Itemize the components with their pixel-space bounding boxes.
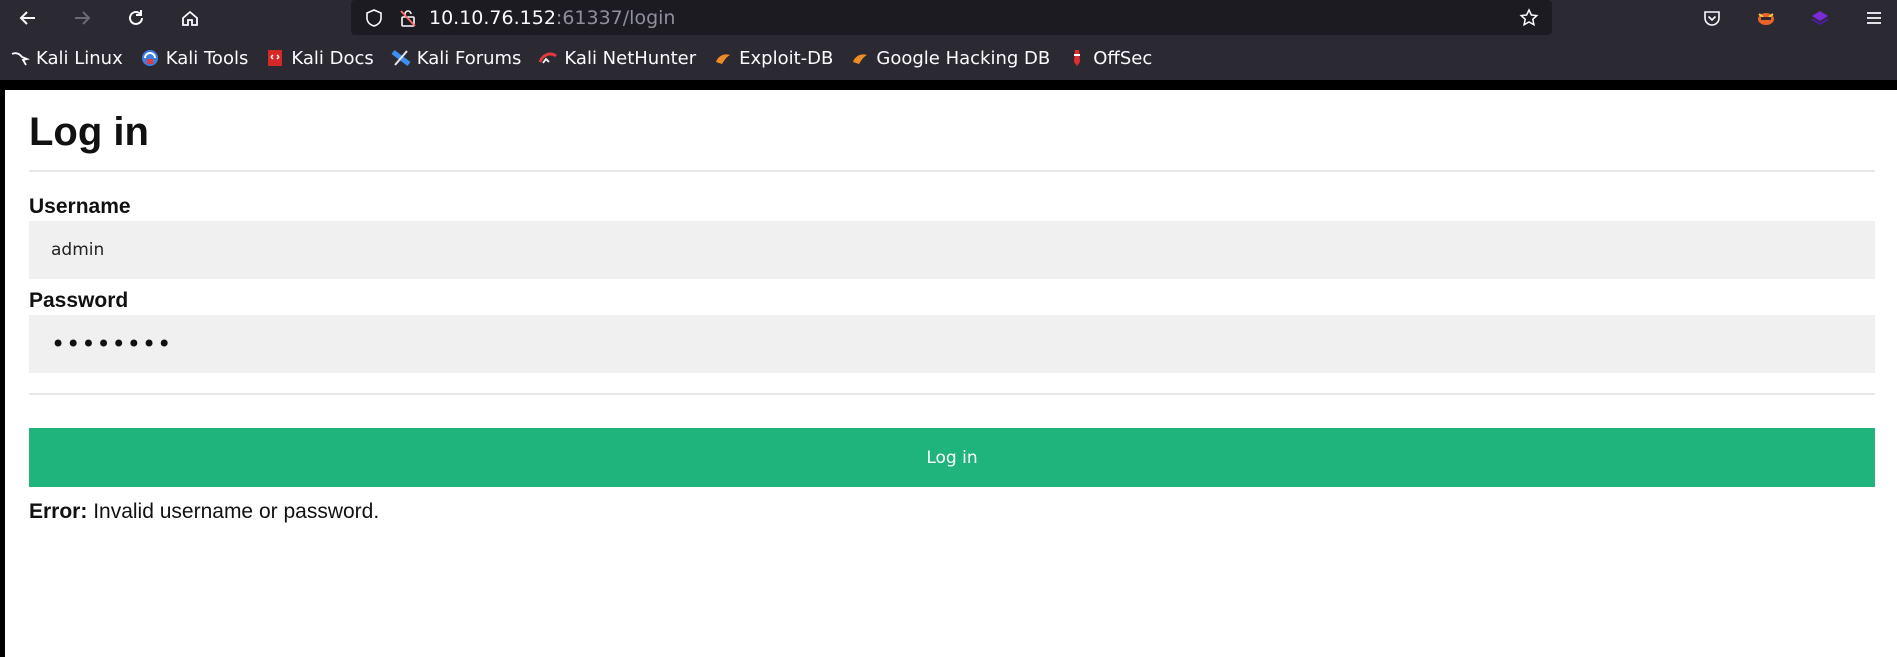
url-path: :61337/login [555, 6, 676, 29]
exploit-db-icon [713, 48, 733, 68]
kali-tools-icon [140, 48, 160, 68]
password-value: •••••••• [51, 330, 173, 358]
kali-docs-icon [265, 48, 285, 68]
pocket-icon[interactable] [1698, 4, 1726, 32]
forward-button[interactable] [67, 3, 97, 33]
bookmark-exploit-db[interactable]: Exploit-DB [713, 48, 833, 69]
arrow-right-icon [75, 11, 91, 25]
bookmark-label: Kali NetHunter [564, 47, 697, 69]
arrow-left-icon [19, 11, 35, 25]
password-label: Password [29, 289, 129, 312]
url-text[interactable]: 10.10.76.152:61337/login [429, 7, 675, 29]
bookmark-star-icon[interactable] [1516, 5, 1542, 31]
insecure-lock-icon[interactable] [395, 5, 421, 31]
bookmark-label: Exploit-DB [739, 47, 834, 69]
login-button[interactable]: Log in [29, 428, 1875, 487]
page-viewport: Log in Username admin Password •••••••• … [5, 90, 1897, 657]
viewport-border-top [0, 80, 1897, 90]
browser-chrome: 10.10.76.152:61337/login Kali Linux Kali… [0, 0, 1897, 80]
kali-dragon-icon [10, 48, 30, 68]
bookmark-kali-tools[interactable]: Kali Tools [140, 47, 249, 69]
bookmark-kali-linux[interactable]: Kali Linux [10, 48, 123, 69]
error-message: Error: Invalid username or password. [29, 500, 379, 524]
bookmark-label: Kali Linux [36, 47, 123, 69]
url-host: 10.10.76.152 [429, 6, 556, 29]
password-field[interactable]: •••••••• [29, 315, 1875, 373]
error-text: Invalid username or password. [87, 500, 380, 523]
extension-foxyproxy-icon[interactable] [1752, 4, 1780, 32]
divider [29, 170, 1875, 172]
url-bar[interactable]: 10.10.76.152:61337/login [351, 0, 1552, 35]
bookmark-kali-nethunter[interactable]: Kali NetHunter [538, 48, 696, 69]
menu-hamburger-icon[interactable] [1860, 4, 1888, 32]
home-icon [182, 10, 198, 26]
back-button[interactable] [13, 3, 43, 33]
bookmark-label: Kali Docs [291, 47, 374, 69]
bookmarks-toolbar: Kali Linux Kali Tools Kali Docs Kali For… [0, 36, 1897, 80]
reload-button[interactable] [121, 3, 151, 33]
extension-wappalyzer-icon[interactable] [1806, 4, 1834, 32]
bookmark-label: Kali Tools [165, 47, 249, 69]
offsec-icon [1067, 48, 1087, 68]
bookmark-google-hacking-db[interactable]: Google Hacking DB [850, 48, 1050, 69]
bookmark-label: Google Hacking DB [876, 47, 1051, 69]
home-button[interactable] [175, 3, 205, 33]
bookmark-kali-docs[interactable]: Kali Docs [265, 47, 374, 69]
reload-icon [129, 10, 143, 25]
divider [29, 393, 1875, 395]
bookmark-label: OffSec [1093, 47, 1153, 69]
username-label: Username [29, 195, 131, 218]
error-prefix: Error: [29, 500, 88, 523]
page-title: Log in [29, 110, 149, 154]
ghdb-icon [850, 48, 870, 68]
bookmark-offsec[interactable]: OffSec [1067, 48, 1152, 69]
nethunter-icon [538, 48, 558, 68]
bookmark-kali-forums[interactable]: Kali Forums [391, 47, 522, 69]
kali-forums-icon [391, 48, 411, 68]
tracking-shield-icon[interactable] [361, 5, 387, 31]
browser-toolbar: 10.10.76.152:61337/login [0, 0, 1897, 36]
bookmark-label: Kali Forums [416, 47, 522, 69]
username-value: admin [51, 240, 105, 260]
username-field[interactable]: admin [29, 221, 1875, 279]
